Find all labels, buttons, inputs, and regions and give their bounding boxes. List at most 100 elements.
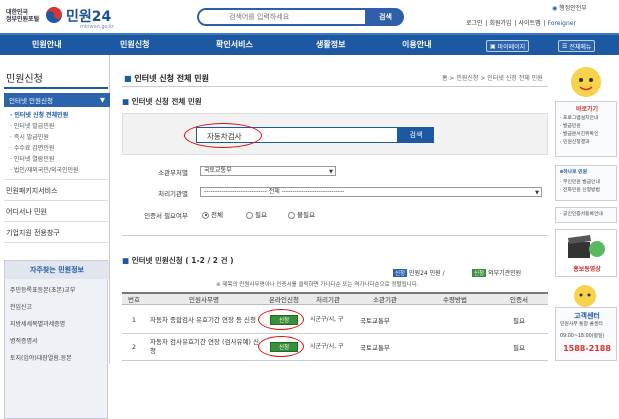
popular-item[interactable]: 병적증명서: [10, 336, 38, 345]
row1-agency: 시군구/시, 구: [310, 316, 344, 323]
popular-item[interactable]: 주민등록표등본(초본)교부: [10, 285, 75, 294]
annotation-ellipse: [258, 309, 304, 330]
annotation-ellipse: [258, 336, 304, 357]
e-minwon-title[interactable]: e하나로 민원: [560, 170, 587, 176]
row2-name[interactable]: 자동차 검사유효기간 연장 (검사유예) 신청: [150, 334, 262, 360]
result-count-text: 인터넷 민원신청 ( 1-2 / 2 건 ): [131, 256, 234, 265]
lnb-sub-view[interactable]: · 인터넷 열람민원: [10, 154, 54, 163]
lnb-item-anywhere[interactable]: 어디서나 민원: [6, 207, 47, 217]
quick-link[interactable]: · 발급문서진위확인: [560, 132, 598, 138]
popular-item[interactable]: 전입신고: [10, 302, 32, 311]
header: 대한민국 정부민원포털 민원24 minwon.go.kr 검색 ◉ 행정안전부…: [0, 0, 619, 33]
gnb-item-guide[interactable]: 민원안내: [32, 39, 61, 50]
legend-minwon24: 신청 민원24 민원 /: [393, 268, 445, 277]
quick-link[interactable]: · 발급민원: [560, 124, 581, 130]
row1-name[interactable]: 자동차 종합검사 유효기간 연장 등 신청: [150, 307, 262, 333]
popular-item[interactable]: 토지(임야)대장열람.등본: [10, 353, 72, 362]
dropdown-arrow-icon: ▼: [329, 169, 333, 175]
lnb-sub-all[interactable]: · 인터넷 신청 전체민원: [10, 110, 68, 119]
cert-need-label: 인증서 필요여부: [144, 212, 188, 220]
row1-ministry: 국토교통부: [360, 317, 390, 325]
radio-label: 필요: [255, 211, 267, 219]
radio-all[interactable]: 전체: [202, 209, 223, 219]
mypage-button[interactable]: ▣ 마이페이지: [486, 40, 530, 52]
lnb-sub-instant[interactable]: · 즉시 발급민원: [10, 132, 49, 141]
foreigner-link[interactable]: Foreigner: [548, 20, 576, 27]
lnb-sub-issue[interactable]: · 인터넷 발급민원: [10, 121, 54, 130]
radio-icon: [246, 211, 253, 219]
promo-video-box[interactable]: 홍보동영상: [555, 229, 617, 277]
org-label: 처리기관별: [158, 190, 188, 198]
chevron-down-icon: ▼: [100, 96, 105, 104]
signup-link[interactable]: 회원가입: [490, 20, 512, 27]
portal-logo-text[interactable]: 대한민국 정부민원포털: [6, 9, 39, 23]
cert-guide-box[interactable]: · 공인인증서등록안내: [555, 207, 617, 223]
quick-links-box: 바로가기 · 프로그램설치안내 · 발급민원 · 발급문서진위확인 · 민원신청…: [555, 101, 617, 157]
radio-label: 전체: [211, 211, 223, 219]
popular-item[interactable]: 지방세세목별과세증명: [10, 319, 65, 328]
lnb-title: 민원신청: [6, 74, 43, 85]
col-header-cert[interactable]: 인증서: [490, 292, 548, 305]
legend-tag: 신청: [472, 269, 487, 277]
global-search-input[interactable]: [199, 10, 365, 24]
lnb-item-package[interactable]: 민원패키지서비스: [6, 186, 58, 196]
quick-links-title: 바로가기: [575, 106, 599, 113]
promo-video-label: 홍보동영상: [573, 266, 601, 273]
main-content: ■ 인터넷 신청 전체 민원 홈 > 민원신청 > 인터넷 신청 전체 민원 ■…: [116, 55, 548, 364]
row-divider: [122, 360, 548, 361]
radio-required[interactable]: 필요: [246, 209, 267, 219]
col-header-no: 번호: [122, 292, 146, 305]
e-minwon-link[interactable]: · 전화민원 신청방법: [560, 188, 600, 194]
brand-logo[interactable]: 민원24: [66, 6, 111, 26]
logo-line1: 대한민국: [6, 9, 29, 16]
row2-ministry: 국토교통부: [360, 344, 390, 352]
row2-no: 2: [131, 343, 137, 351]
radio-icon: [288, 211, 295, 219]
dropdown-arrow-icon: ▼: [535, 190, 539, 196]
radio-label: 불필요: [297, 211, 315, 219]
col-header-name[interactable]: 민원사무명: [146, 292, 262, 305]
mypage-label: 마이페이지: [497, 43, 526, 51]
legend-text: 민원24 민원 /: [409, 270, 445, 277]
cert-guide-link: · 공인인증서등록안내: [560, 212, 603, 217]
right-sidebar: 바로가기 · 프로그램설치안내 · 발급민원 · 발급문서진위확인 · 민원신청…: [553, 55, 619, 364]
e-minwon-link[interactable]: · 무인민원 발급안내: [560, 180, 600, 186]
lnb-sub-fee[interactable]: · 수수료 감면민원: [10, 143, 54, 152]
radio-not-required[interactable]: 불필요: [288, 209, 315, 219]
annotation-ellipse: [184, 123, 262, 148]
ministry-badge[interactable]: ◉ 행정안전부: [552, 3, 587, 12]
gnb-item-help[interactable]: 이용안내: [402, 39, 431, 50]
row1-cert: 필요: [513, 317, 525, 325]
sitemap-link[interactable]: 사이트맵: [519, 20, 541, 27]
gnb-item-apply[interactable]: 민원신청: [120, 39, 149, 50]
lnb-sub-corp[interactable]: · 법인/재외국민/외국인민원: [10, 165, 79, 174]
customer-center-title: 고객센터: [574, 312, 600, 320]
all-menu-button[interactable]: ☰ 전체메뉴: [558, 40, 596, 52]
divider: [4, 242, 108, 243]
org-select[interactable]: ----------------------------- 전체 -------…: [200, 187, 542, 197]
gnb-item-verify[interactable]: 확인서비스: [216, 39, 253, 50]
row2-cert: 필요: [513, 344, 525, 352]
bullet-icon: ■: [124, 74, 132, 83]
page-title: ■ 인터넷 신청 전체 민원: [124, 73, 209, 84]
sort-note: ※ 제목의 민원사무명이나 인증서를 클릭하면 가나다순 또는 역가나다순으로 …: [216, 282, 419, 288]
quick-link[interactable]: · 프로그램설치안내: [560, 116, 598, 122]
lnb-item-business[interactable]: 기업지원 전용창구: [6, 228, 60, 238]
radio-checked-icon: [202, 211, 209, 219]
popular-services: 자주찾는 민원정보 주민등록표등본(초본)교부 전입신고 지방세세목별과세증명 …: [4, 260, 109, 419]
search-section-text: 인터넷 신청 전체 민원: [131, 97, 202, 106]
civil-search-button[interactable]: 검색: [398, 127, 434, 143]
col-header-agency: 처리기관: [306, 292, 350, 305]
lnb-item-internet-apply[interactable]: 인터넷 민원신청 ▼: [4, 93, 110, 107]
global-search-button[interactable]: 검색: [367, 8, 404, 26]
gnb-item-life[interactable]: 생활정보: [316, 39, 345, 50]
divider: [122, 235, 548, 236]
legend-tag: 신청: [393, 269, 408, 277]
quick-link[interactable]: · 민원신청결과: [560, 140, 590, 146]
dept-select[interactable]: 국토교통부 ▼: [200, 166, 336, 176]
divider: [4, 200, 108, 201]
divider: [4, 87, 108, 89]
legend-external: 신청 외부기관민원: [472, 268, 521, 277]
ministry-name: 행정안전부: [559, 5, 587, 12]
login-link[interactable]: 로그인: [466, 20, 483, 27]
